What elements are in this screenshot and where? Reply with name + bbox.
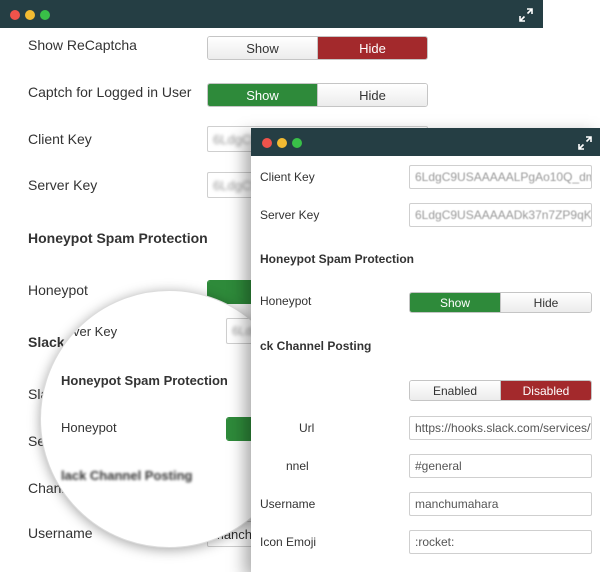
channel-label: nnel bbox=[286, 459, 309, 473]
icon-emoji-input[interactable]: :rocket: bbox=[409, 530, 592, 554]
icon-emoji-label: Icon Emoji bbox=[260, 535, 317, 549]
show-recaptcha-show-button[interactable]: Show bbox=[208, 37, 317, 59]
channel-input[interactable]: #general bbox=[409, 454, 592, 478]
honeypot-label: Honeypot bbox=[28, 282, 88, 298]
honeypot-label: Honeypot bbox=[260, 294, 312, 308]
show-recaptcha-toggle: Show Hide bbox=[207, 36, 428, 60]
captcha-logged-toggle: Show Hide bbox=[207, 83, 428, 107]
show-recaptcha-hide-button[interactable]: Hide bbox=[317, 37, 427, 59]
front-titlebar bbox=[251, 128, 600, 156]
server-key-input[interactable]: 6LdgC9USAAAAADk37n7ZP9qKxzX bbox=[409, 203, 592, 227]
webhook-url-input[interactable]: https://hooks.slack.com/services/T bbox=[409, 416, 592, 440]
minimize-dot-icon[interactable] bbox=[25, 10, 35, 20]
server-key-label: Server Key bbox=[260, 208, 320, 222]
expand-icon[interactable] bbox=[519, 8, 533, 22]
slack-disabled-button[interactable]: Disabled bbox=[500, 381, 591, 400]
lens-server-key-label: ver Key bbox=[73, 324, 118, 339]
client-key-input[interactable]: 6LdgC9USAAAAALPgAo10Q_dmDxK bbox=[409, 165, 592, 189]
zoom-dot-icon[interactable] bbox=[40, 10, 50, 20]
minimize-dot-icon[interactable] bbox=[277, 138, 287, 148]
back-titlebar bbox=[0, 0, 543, 28]
show-recaptcha-label: Show ReCaptcha bbox=[28, 37, 137, 53]
honeypot-heading: Honeypot Spam Protection bbox=[260, 252, 415, 266]
lens-slack-heading: lack Channel Posting bbox=[61, 468, 193, 483]
close-dot-icon[interactable] bbox=[262, 138, 272, 148]
lens-honeypot-heading: Honeypot Spam Protection bbox=[61, 373, 228, 388]
slack-posting-toggle: Enabled Disabled bbox=[409, 380, 592, 401]
close-dot-icon[interactable] bbox=[10, 10, 20, 20]
captcha-logged-hide-button[interactable]: Hide bbox=[317, 84, 427, 106]
username-input[interactable]: manchumahara bbox=[409, 492, 592, 516]
captcha-logged-show-button[interactable]: Show bbox=[208, 84, 317, 106]
zoom-dot-icon[interactable] bbox=[292, 138, 302, 148]
server-key-label: Server Key bbox=[28, 177, 98, 193]
username-label: Username bbox=[260, 497, 316, 511]
honeypot-hide-button[interactable]: Hide bbox=[500, 293, 591, 312]
honeypot-toggle: Show Hide bbox=[409, 292, 592, 313]
front-window: Client Key 6LdgC9USAAAAALPgAo10Q_dmDxK S… bbox=[251, 128, 600, 572]
lens-honeypot-label: Honeypot bbox=[61, 420, 117, 435]
honeypot-heading: Honeypot Spam Protection bbox=[28, 230, 208, 246]
honeypot-show-button[interactable]: Show bbox=[410, 293, 500, 312]
webhook-label: Url bbox=[299, 421, 315, 435]
slack-enabled-button[interactable]: Enabled bbox=[410, 381, 500, 400]
slack-heading: ck Channel Posting bbox=[260, 339, 372, 353]
username-label: Username bbox=[28, 525, 93, 541]
expand-icon[interactable] bbox=[578, 136, 592, 150]
client-key-label: Client Key bbox=[28, 131, 92, 147]
captcha-logged-label: Captch for Logged in User bbox=[28, 84, 192, 100]
client-key-label: Client Key bbox=[260, 170, 315, 184]
